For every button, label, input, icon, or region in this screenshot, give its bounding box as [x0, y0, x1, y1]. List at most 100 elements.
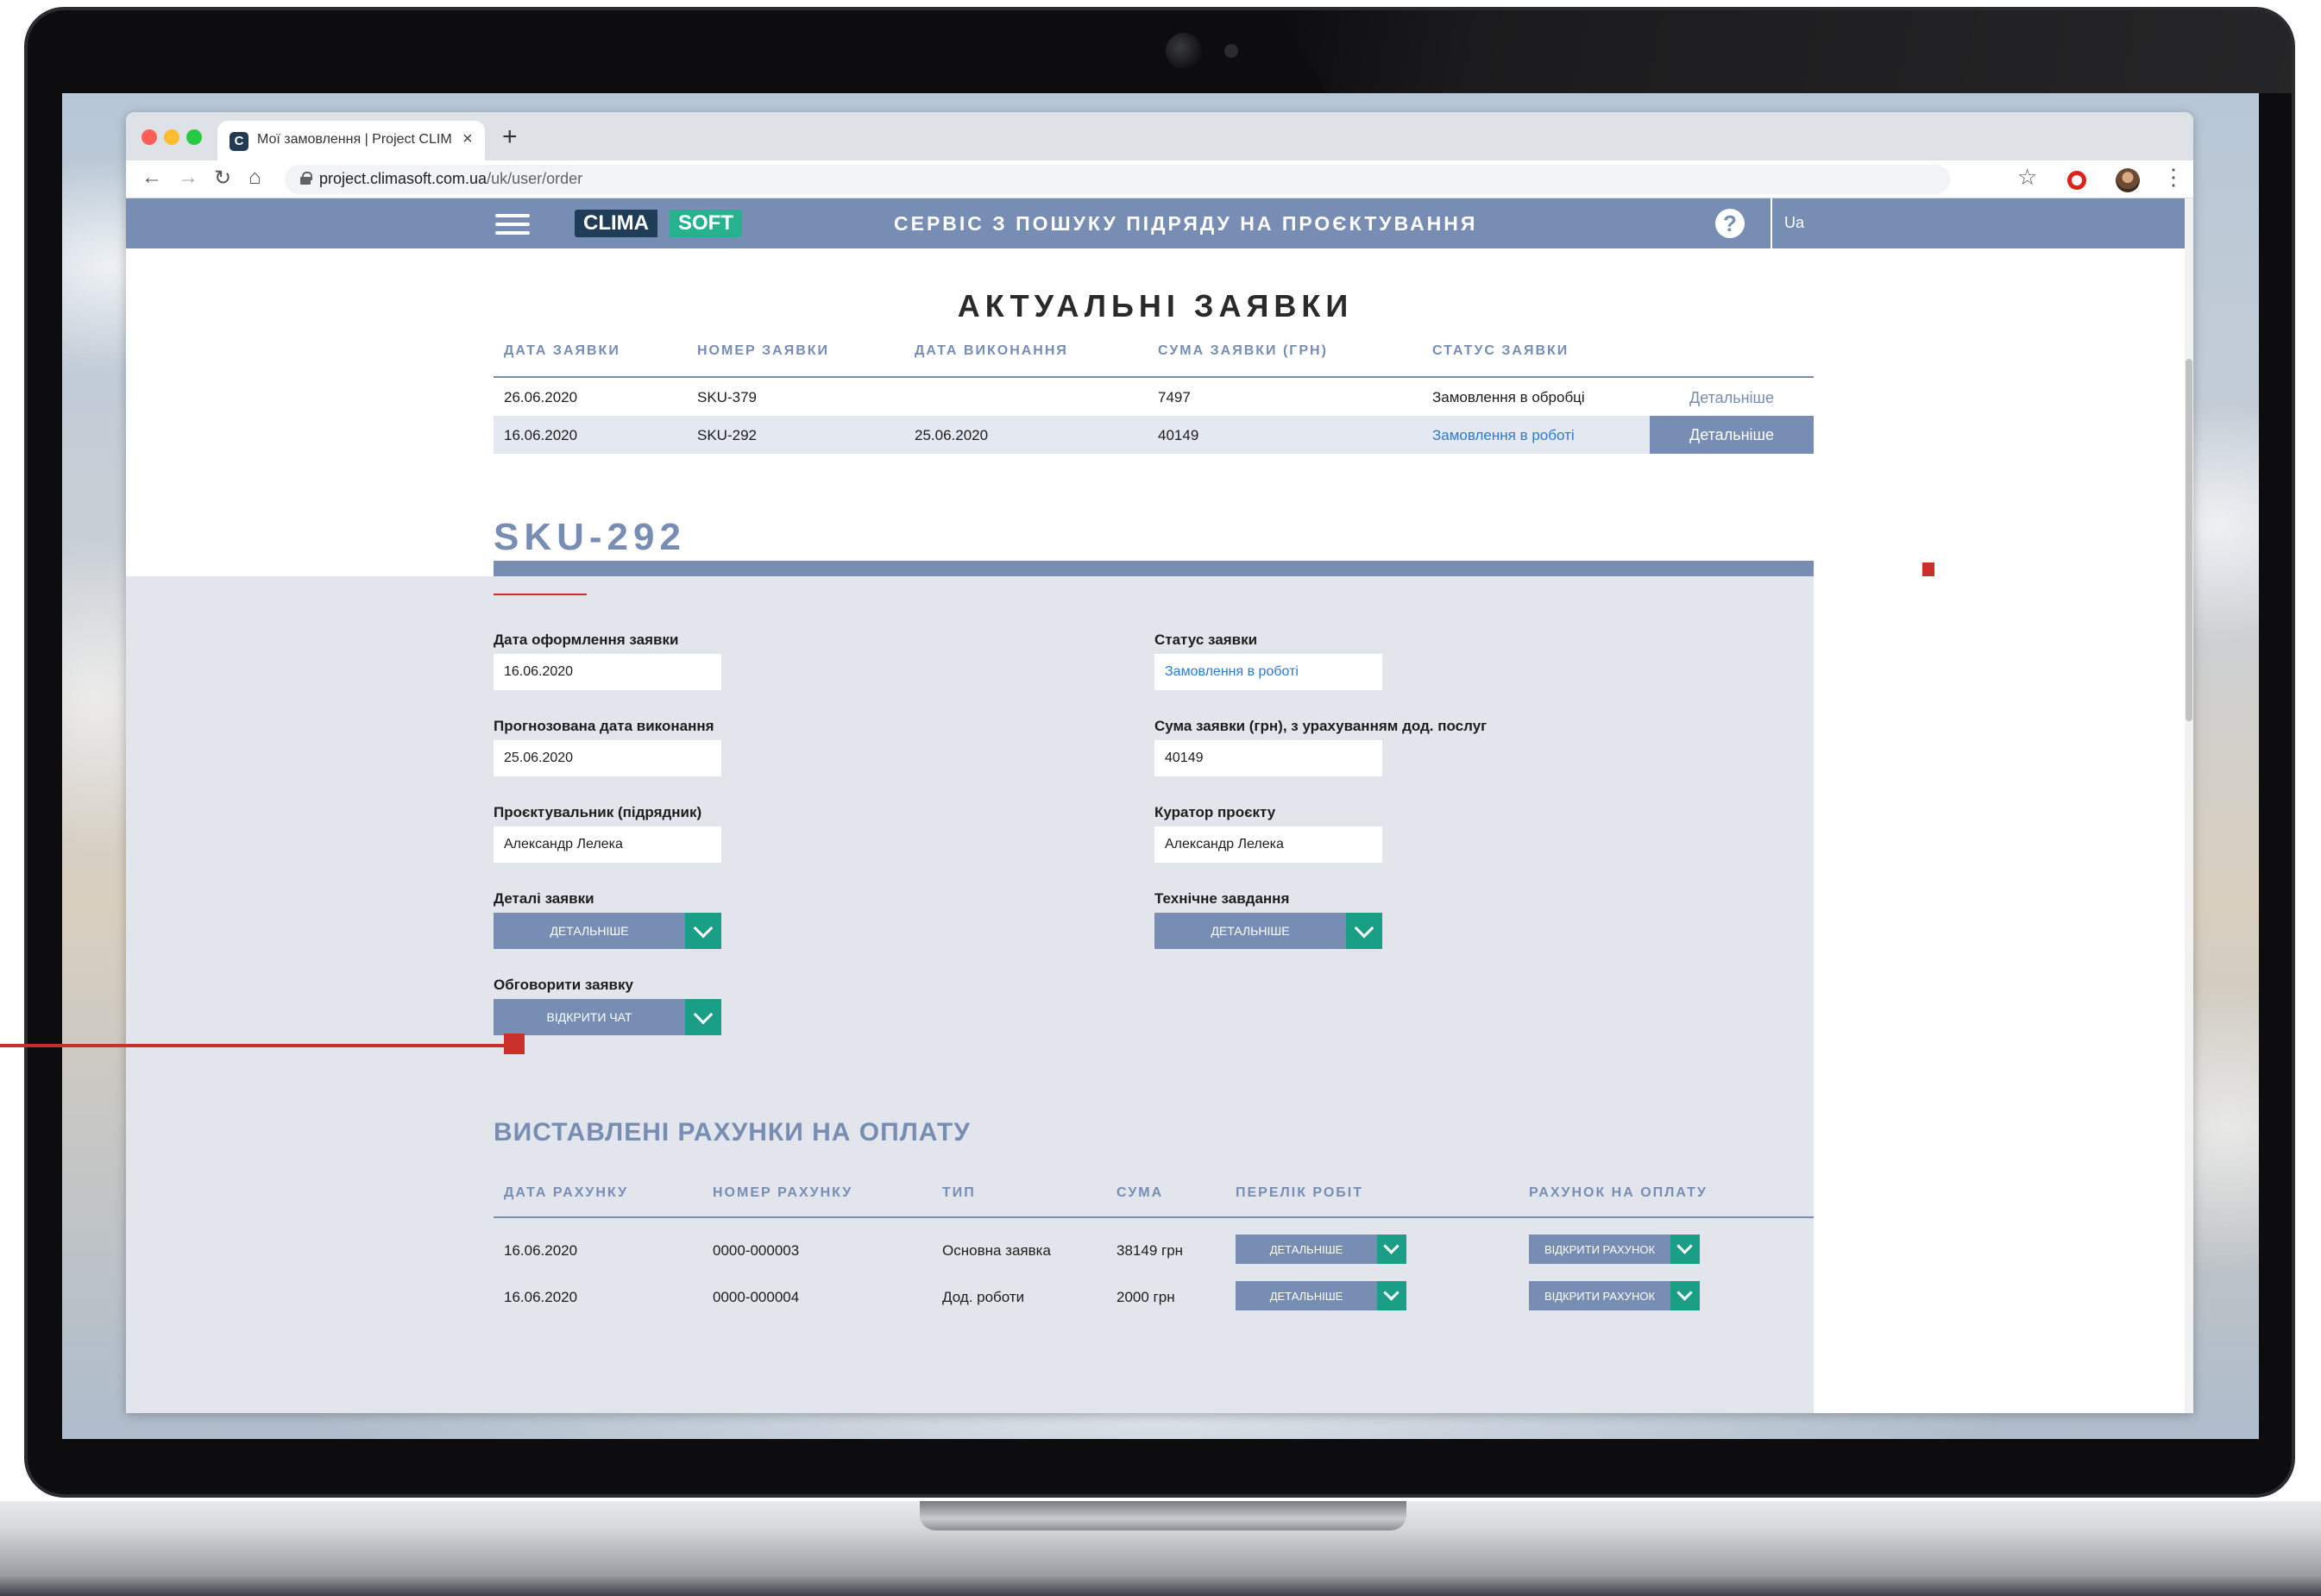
open-invoice-dropdown[interactable]: ВІДКРИТИ РАХУНОК — [1529, 1235, 1700, 1264]
reload-icon[interactable]: ↻ — [214, 166, 231, 191]
invoice-type: Дод. роботи — [942, 1289, 1025, 1305]
order-status: Замовлення в обробці — [1432, 389, 1585, 405]
dropdown-toggle[interactable] — [1670, 1235, 1700, 1264]
works-dropdown[interactable]: ДЕТАЛЬНІШЕ — [1236, 1235, 1406, 1264]
url-text: project.climasoft.com.ua/uk/user/order — [319, 170, 583, 187]
dropdown-label: ВІДКРИТИ РАХУНОК — [1544, 1290, 1656, 1303]
invoice-date: 16.06.2020 — [504, 1242, 578, 1259]
invoice-number: 0000-000004 — [713, 1289, 800, 1305]
status-field[interactable]: Замовлення в роботі — [1154, 654, 1382, 690]
curator-field[interactable]: Александр Лелека — [1154, 826, 1382, 863]
invoices-title: ВИСТАВЛЕНІ РАХУНКИ НА ОПЛАТУ — [494, 1118, 971, 1147]
chevron-down-icon — [1676, 1285, 1693, 1301]
order-sum: 7497 — [1158, 389, 1191, 405]
created-date-label: Дата оформлення заявки — [494, 631, 679, 648]
chevron-down-icon — [693, 1004, 714, 1025]
dropdown-toggle[interactable] — [1346, 913, 1382, 949]
page-scrollbar[interactable] — [2185, 198, 2193, 1413]
order-status-link[interactable]: Замовлення в роботі — [1432, 427, 1575, 444]
forward-arrow-icon[interactable]: → — [178, 166, 198, 190]
column-header: ПЕРЕЛІК РОБІТ — [1236, 1185, 1364, 1200]
sum-label: Сума заявки (грн), з урахуванням дод. по… — [1154, 718, 1488, 734]
designer-label: Проєктувальник (підрядник) — [494, 804, 702, 820]
spec-label: Технічне завдання — [1154, 890, 1290, 907]
lock-icon — [300, 172, 312, 185]
help-icon[interactable]: ? — [1715, 209, 1745, 238]
laptop-hinge — [920, 1501, 1406, 1530]
language-switcher[interactable]: Ua — [1784, 214, 1804, 232]
open-invoice-dropdown[interactable]: ВІДКРИТИ РАХУНОК — [1529, 1281, 1700, 1310]
discuss-label: Обговорити заявку — [494, 977, 633, 993]
column-header: ТИП — [942, 1185, 976, 1200]
open-chat-dropdown[interactable]: ВІДКРИТИ ЧАТ — [494, 999, 721, 1035]
order-title-marker — [1922, 562, 1934, 576]
forecast-date-field[interactable]: 25.06.2020 — [494, 740, 721, 776]
browser-menu-icon[interactable]: ⋮ — [2162, 164, 2185, 191]
column-header: СУМА — [1116, 1185, 1164, 1200]
curator-label: Куратор проєкту — [1154, 804, 1276, 820]
order-date: 26.06.2020 — [504, 389, 578, 405]
back-arrow-icon[interactable]: ← — [142, 166, 162, 190]
browser-tab[interactable]: C Мої замовлення | Project CLIMASOFT × — [217, 121, 485, 160]
designer-field[interactable]: Александр Лелека — [494, 826, 721, 863]
order-details-button[interactable]: Детальніше — [1650, 416, 1814, 454]
order-details-dropdown[interactable]: ДЕТАЛЬНІШЕ — [494, 913, 721, 949]
invoice-number: 0000-000003 — [713, 1242, 800, 1259]
order-details-panel: Дата оформлення заявки 16.06.2020 Прогно… — [126, 576, 1814, 1413]
tab-title: Мої замовлення | Project CLIMASOFT — [257, 132, 452, 147]
table-row: 16.06.2020 0000-000003 Основна заявка 38… — [494, 1232, 1814, 1266]
profile-avatar[interactable] — [2116, 168, 2140, 192]
dropdown-toggle[interactable] — [1377, 1281, 1406, 1310]
dropdown-toggle[interactable] — [685, 913, 721, 949]
new-tab-button[interactable]: + — [502, 123, 518, 152]
bezel-reflection — [1277, 10, 2292, 93]
browser-window: C Мої замовлення | Project CLIMASOFT × +… — [126, 112, 2193, 1413]
opera-extension-icon[interactable] — [2067, 171, 2086, 190]
column-header: ДАТА ЗАЯВКИ — [504, 343, 620, 358]
table-divider — [494, 1216, 1814, 1218]
maximize-window-button[interactable] — [186, 129, 202, 145]
order-details-label: Деталі заявки — [494, 890, 594, 907]
chevron-down-icon — [693, 918, 714, 939]
order-details-link[interactable]: Детальніше — [1650, 389, 1814, 407]
column-header: НОМЕР ЗАЯВКИ — [697, 343, 830, 358]
column-header: ДАТА ВИКОНАННЯ — [915, 343, 1068, 358]
dropdown-label: ДЕТАЛЬНІШЕ — [1269, 1243, 1343, 1256]
page-title: АКТУАЛЬНІ ЗАЯВКИ — [957, 288, 1354, 324]
order-number: SKU-292 — [697, 427, 757, 443]
dropdown-toggle[interactable] — [1670, 1281, 1700, 1310]
status-label: Статус заявки — [1154, 631, 1258, 648]
close-window-button[interactable] — [142, 129, 157, 145]
browser-toolbar: ← → ↻ ⌂ project.climasoft.com.ua/uk/user… — [126, 160, 2193, 198]
home-icon[interactable]: ⌂ — [248, 166, 261, 190]
bookmark-star-icon[interactable]: ☆ — [2017, 164, 2037, 191]
dropdown-label: ДЕТАЛЬНІШЕ — [550, 924, 629, 938]
tab-close-icon[interactable]: × — [462, 129, 473, 149]
sum-field[interactable]: 40149 — [1154, 740, 1382, 776]
invoice-type: Основна заявка — [942, 1242, 1051, 1259]
header-divider — [1771, 198, 1772, 248]
minimize-window-button[interactable] — [164, 129, 179, 145]
logo-part-clima: CLIMA — [575, 210, 657, 237]
tab-bar: C Мої замовлення | Project CLIMASOFT × + — [126, 112, 2193, 160]
address-bar[interactable]: project.climasoft.com.ua/uk/user/order — [285, 165, 1950, 194]
header-title: СЕРВІС З ПОШУКУ ПІДРЯДУ НА ПРОЄКТУВАННЯ — [894, 212, 1478, 235]
chevron-down-icon — [1354, 918, 1374, 939]
dropdown-label: ДЕТАЛЬНІШЕ — [1211, 924, 1290, 938]
scrollbar-thumb[interactable] — [2186, 359, 2192, 721]
accent-line — [494, 594, 587, 595]
dropdown-toggle[interactable] — [1377, 1235, 1406, 1264]
table-row: 16.06.2020 0000-000004 Дод. роботи 2000 … — [494, 1279, 1814, 1313]
table-row: 26.06.2020 SKU-379 7497 Замовлення в обр… — [494, 378, 1814, 416]
callout-marker — [504, 1034, 525, 1054]
dropdown-toggle[interactable] — [685, 999, 721, 1035]
forecast-date-label: Прогнозована дата виконання — [494, 718, 714, 734]
created-date-field[interactable]: 16.06.2020 — [494, 654, 721, 690]
invoice-sum: 2000 грн — [1116, 1289, 1175, 1305]
chevron-down-icon — [1383, 1285, 1400, 1301]
works-dropdown[interactable]: ДЕТАЛЬНІШЕ — [1236, 1281, 1406, 1310]
spec-dropdown[interactable]: ДЕТАЛЬНІШЕ — [1154, 913, 1382, 949]
dropdown-label: ДЕТАЛЬНІШЕ — [1269, 1290, 1343, 1303]
hamburger-menu-icon[interactable] — [495, 214, 530, 235]
camera-light — [1224, 44, 1238, 58]
